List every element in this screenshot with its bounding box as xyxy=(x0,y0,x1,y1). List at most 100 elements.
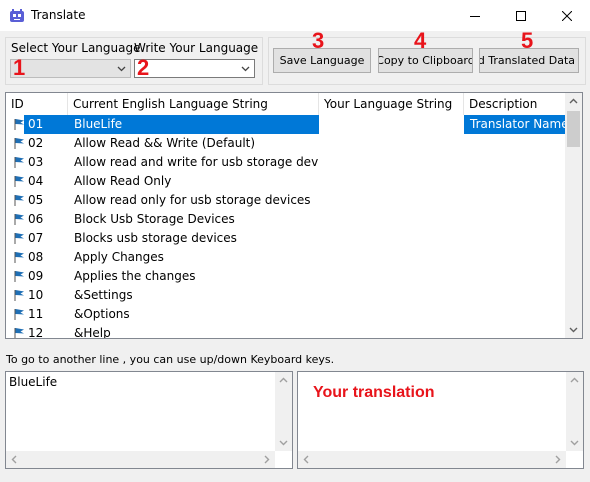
cell-english: &Settings xyxy=(74,288,133,302)
close-button[interactable] xyxy=(544,0,590,31)
cell-english: Blocks usb storage devices xyxy=(74,231,237,245)
table-row[interactable]: 02 Allow Read && Write (Default) xyxy=(6,134,566,153)
window-title: Translate xyxy=(31,8,86,22)
callout-2: 2 xyxy=(137,55,150,80)
cell-description xyxy=(464,248,566,267)
table-row[interactable]: 01 BlueLife Translator Name xyxy=(6,115,566,134)
chevron-down-icon xyxy=(241,66,250,72)
scroll-left-icon[interactable] xyxy=(10,455,19,464)
cell-english: Applies the changes xyxy=(74,269,196,283)
column-header-id[interactable]: ID xyxy=(6,93,68,115)
translation-placeholder: Your translation xyxy=(313,384,435,401)
callout-4: 4 xyxy=(414,28,427,53)
cell-yours xyxy=(319,267,464,286)
cell-id: 06 xyxy=(28,212,44,226)
cell-yours xyxy=(319,153,464,172)
translation-text-box[interactable]: Your translation xyxy=(297,371,584,469)
cell-english: Allow read and write for usb storage dev… xyxy=(74,155,319,169)
cell-yours xyxy=(319,248,464,267)
column-header-your-language[interactable]: Your Language String xyxy=(319,93,464,115)
list-scroll-thumb[interactable] xyxy=(567,111,580,147)
title-bar: Translate xyxy=(0,0,590,31)
translation-horizontal-scrollbar[interactable] xyxy=(298,451,566,468)
source-vertical-scrollbar[interactable] xyxy=(275,372,292,451)
maximize-icon xyxy=(516,10,526,21)
cell-description xyxy=(464,153,566,172)
cell-yours xyxy=(319,210,464,229)
cell-english: &Options xyxy=(74,307,130,321)
cell-english: Allow read only for usb storage devices xyxy=(74,193,311,207)
table-row[interactable]: 12 &Help xyxy=(6,324,566,339)
cell-description: Translator Name xyxy=(470,117,566,131)
cell-yours xyxy=(319,324,464,338)
app-icon xyxy=(10,9,24,22)
list-header: ID Current English Language String Your … xyxy=(6,93,566,115)
cell-description xyxy=(464,324,566,338)
source-text-box[interactable]: BlueLife xyxy=(5,371,293,469)
column-header-english[interactable]: Current English Language String xyxy=(68,93,319,115)
callout-3: 3 xyxy=(312,28,325,53)
translation-vertical-scrollbar[interactable] xyxy=(566,372,583,451)
close-icon xyxy=(562,10,572,21)
cell-description xyxy=(464,286,566,305)
cell-id: 11 xyxy=(28,307,44,321)
table-row[interactable]: 10 &Settings xyxy=(6,286,566,305)
cell-id: 10 xyxy=(28,288,44,302)
scroll-right-icon[interactable] xyxy=(262,455,271,464)
callout-1: 1 xyxy=(13,55,26,80)
source-horizontal-scrollbar[interactable] xyxy=(6,451,275,468)
scroll-down-icon[interactable] xyxy=(569,325,578,334)
cell-english: Block Usb Storage Devices xyxy=(74,212,235,226)
write-language-dropdown[interactable] xyxy=(134,59,255,78)
table-row[interactable]: 05 Allow read only for usb storage device… xyxy=(6,191,566,210)
write-language-label: Write Your Language xyxy=(134,41,259,55)
cell-yours xyxy=(319,134,464,153)
cell-id: 05 xyxy=(28,193,44,207)
scroll-up-icon[interactable] xyxy=(570,376,579,385)
cell-english: &Help xyxy=(74,326,111,339)
callout-5: 5 xyxy=(521,28,534,53)
cell-description xyxy=(464,229,566,248)
cell-description xyxy=(464,210,566,229)
cell-id: 04 xyxy=(28,174,44,188)
table-row[interactable]: 08 Apply Changes xyxy=(6,248,566,267)
table-row[interactable]: 03 Allow read and write for usb storage d… xyxy=(6,153,566,172)
cell-yours xyxy=(319,229,464,248)
scroll-right-icon[interactable] xyxy=(553,455,562,464)
scroll-down-icon[interactable] xyxy=(570,438,579,447)
cell-english: Allow Read Only xyxy=(74,174,172,188)
cell-yours xyxy=(319,172,464,191)
cell-english: Allow Read && Write (Default) xyxy=(74,136,256,150)
cell-id: 03 xyxy=(28,155,44,169)
cell-id: 08 xyxy=(28,250,44,264)
cell-id: 02 xyxy=(28,136,44,150)
scroll-down-icon[interactable] xyxy=(279,438,288,447)
minimize-icon xyxy=(470,15,480,17)
maximize-button[interactable] xyxy=(498,0,544,31)
scroll-up-icon[interactable] xyxy=(569,97,578,106)
source-text: BlueLife xyxy=(9,375,58,389)
minimize-button[interactable] xyxy=(452,0,498,31)
cell-id: 07 xyxy=(28,231,44,245)
table-row[interactable]: 04 Allow Read Only xyxy=(6,172,566,191)
cell-yours xyxy=(319,191,464,210)
cell-yours xyxy=(319,305,464,324)
cell-description xyxy=(464,191,566,210)
cell-id: 12 xyxy=(28,326,44,339)
select-language-dropdown[interactable] xyxy=(10,59,131,78)
select-language-label: Select Your Language xyxy=(11,41,141,55)
cell-id: 09 xyxy=(28,269,44,283)
column-header-description[interactable]: Description xyxy=(464,93,566,115)
table-row[interactable]: 06 Block Usb Storage Devices xyxy=(6,210,566,229)
table-row[interactable]: 11 &Options xyxy=(6,305,566,324)
scroll-up-icon[interactable] xyxy=(279,376,288,385)
strings-list[interactable]: ID Current English Language String Your … xyxy=(5,92,583,339)
chevron-down-icon xyxy=(117,66,126,72)
list-vertical-scrollbar[interactable] xyxy=(565,93,582,338)
scroll-left-icon[interactable] xyxy=(302,455,311,464)
cell-id: 01 xyxy=(28,117,44,131)
cell-description xyxy=(464,305,566,324)
table-row[interactable]: 09 Applies the changes xyxy=(6,267,566,286)
cell-yours xyxy=(319,115,464,134)
table-row[interactable]: 07 Blocks usb storage devices xyxy=(6,229,566,248)
